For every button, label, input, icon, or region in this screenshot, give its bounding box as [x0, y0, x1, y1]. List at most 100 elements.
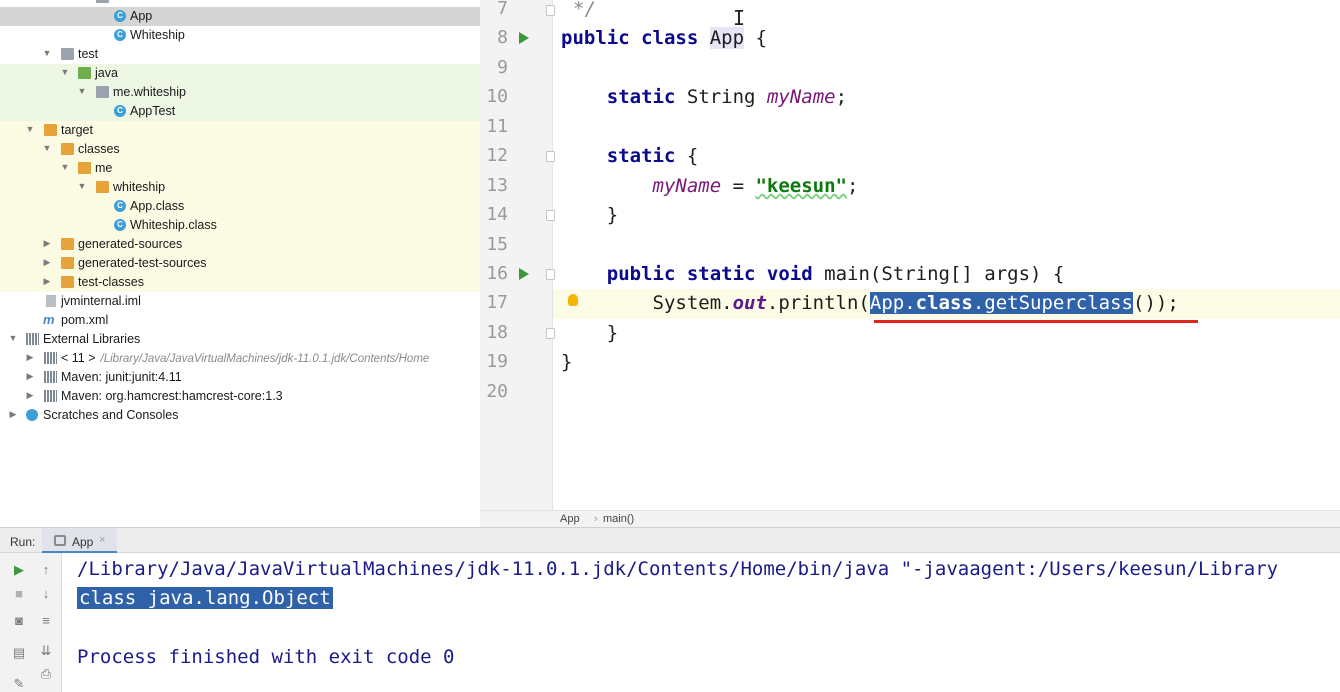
console-line-output[interactable]: class java.lang.Object	[77, 587, 333, 609]
chevron-down-icon[interactable]: ▼	[77, 181, 87, 191]
punctuation: ;	[835, 86, 848, 108]
chevron-down-icon[interactable]: ▼	[77, 86, 87, 96]
chevron-down-icon[interactable]: ▼	[8, 333, 18, 343]
tree-item-jdk[interactable]: ▶ < 11 > /Library/Java/JavaVirtualMachine…	[0, 349, 480, 368]
code-line-7[interactable]: */	[573, 0, 596, 25]
chevron-right-icon[interactable]: ▶	[25, 371, 35, 382]
chevron-right-icon[interactable]: ▶	[42, 238, 52, 249]
tree-item-label: generated-sources	[78, 237, 183, 251]
run-gutter-icon[interactable]	[519, 268, 529, 280]
code-line-10[interactable]: static String myName;	[561, 83, 847, 113]
line-number: 16	[486, 263, 508, 284]
tree-item-label: < 11 >	[61, 351, 96, 365]
chevron-right-icon[interactable]: ▶	[8, 409, 18, 420]
tree-item-test-classes[interactable]: ▶ test-classes	[0, 273, 480, 292]
tree-item-external-libraries[interactable]: ▼ External Libraries	[0, 330, 480, 349]
tab-app[interactable]: App ×	[42, 528, 117, 554]
tree-item-pom[interactable]: m pom.xml	[0, 311, 480, 330]
tree-item-label: Whiteship.class	[130, 218, 217, 232]
chevron-down-icon[interactable]: ▼	[60, 67, 70, 77]
tree-item-scratches[interactable]: ▶ Scratches and Consoles	[0, 406, 480, 425]
tree-item-app[interactable]: C App	[0, 7, 480, 26]
tree-item-label: jvminternal.iml	[61, 294, 141, 308]
folder-icon	[61, 257, 74, 269]
up-arrow-icon[interactable]: ↑	[38, 562, 54, 578]
chevron-down-icon[interactable]: ▼	[25, 124, 35, 134]
code-line-17[interactable]: System.out.println(App.class.getSupercla…	[561, 289, 1179, 319]
code-line-14[interactable]: }	[561, 201, 618, 231]
chevron-down-icon[interactable]: ▼	[42, 48, 52, 58]
layout-icon[interactable]: ▤	[11, 645, 27, 661]
maven-file-icon: m	[43, 312, 55, 327]
line-number: 8	[497, 27, 508, 48]
chevron-right-icon[interactable]: ▶	[25, 390, 35, 401]
fold-icon[interactable]	[546, 328, 555, 339]
code-line-13[interactable]: myName = "keesun";	[561, 172, 859, 202]
print-icon[interactable]: ⎙	[38, 666, 54, 682]
tree-item-me-whiteship-top[interactable]	[0, 0, 480, 7]
tree-item-whiteship-class[interactable]: C Whiteship.class	[0, 216, 480, 235]
punctuation: ());	[1133, 292, 1179, 314]
code-editor[interactable]	[553, 0, 1340, 510]
pin-icon[interactable]: ✎	[11, 676, 27, 692]
tree-item-whiteship-folder[interactable]: ▼ whiteship	[0, 178, 480, 197]
brace: }	[606, 322, 619, 344]
keyword: static	[606, 86, 676, 108]
tree-item-test[interactable]: ▼ test	[0, 45, 480, 64]
stop-icon[interactable]: ■	[11, 586, 27, 602]
tree-item-generated-test-sources[interactable]: ▶ generated-test-sources	[0, 254, 480, 273]
fold-icon[interactable]	[546, 210, 555, 221]
fold-icon[interactable]	[546, 269, 555, 280]
tree-item-me[interactable]: ▼ me	[0, 159, 480, 178]
line-number: 10	[486, 86, 508, 107]
tree-item-target[interactable]: ▼ target	[0, 121, 480, 140]
code-line-19[interactable]: }	[561, 348, 572, 378]
code-line-12[interactable]: static {	[561, 142, 699, 172]
project-tree: C App C Whiteship ▼ test ▼ java ▼ me.whi…	[0, 0, 480, 527]
tree-item-hamcrest[interactable]: ▶ Maven: org.hamcrest:hamcrest-core:1.3	[0, 387, 480, 406]
package-icon	[96, 0, 109, 3]
tree-item-classes[interactable]: ▼ classes	[0, 140, 480, 159]
chevron-down-icon[interactable]: ▼	[42, 143, 52, 153]
breadcrumb-item-app[interactable]: App	[560, 513, 580, 525]
line-number: 20	[486, 381, 508, 402]
library-icon	[44, 390, 57, 402]
code-line-18[interactable]: }	[561, 319, 618, 349]
chevron-right-icon[interactable]: ▶	[42, 257, 52, 268]
static-field: out	[732, 292, 767, 314]
close-icon[interactable]: ×	[99, 534, 105, 546]
tree-item-label: pom.xml	[61, 313, 109, 327]
tree-item-iml[interactable]: jvminternal.iml	[0, 292, 480, 311]
chevron-down-icon[interactable]: ▼	[60, 162, 70, 172]
package-icon	[96, 86, 109, 98]
tab-label: App	[72, 535, 94, 549]
tree-item-apptest[interactable]: C AppTest	[0, 102, 480, 121]
tree-item-generated-sources[interactable]: ▶ generated-sources	[0, 235, 480, 254]
chevron-right-icon[interactable]: ▶	[42, 276, 52, 287]
jdk-path: /Library/Java/JavaVirtualMachines/jdk-11…	[100, 353, 430, 365]
selected-expression[interactable]: App.class.getSuperclass	[869, 292, 1133, 314]
breadcrumb-item-main[interactable]: main()	[603, 513, 634, 525]
tree-item-whiteship[interactable]: C Whiteship	[0, 26, 480, 45]
fold-icon[interactable]	[546, 5, 555, 16]
console-output[interactable]: /Library/Java/JavaVirtualMachines/jdk-11…	[62, 553, 1340, 692]
camera-icon[interactable]: ◙	[11, 613, 27, 629]
scroll-to-end-icon[interactable]: ⇊	[38, 643, 54, 659]
chevron-right-icon[interactable]: ▶	[25, 352, 35, 363]
tree-item-label: External Libraries	[43, 332, 141, 346]
tree-item-java[interactable]: ▼ java	[0, 64, 480, 83]
folder-icon	[61, 238, 74, 250]
soft-wrap-icon[interactable]: ≡	[38, 613, 54, 629]
down-arrow-icon[interactable]: ↓	[38, 586, 54, 602]
gutter-line: 19	[480, 348, 553, 378]
fold-icon[interactable]	[546, 151, 555, 162]
code-line-16[interactable]: public static void main(String[] args) {	[561, 260, 1065, 290]
tree-item-me-whiteship[interactable]: ▼ me.whiteship	[0, 83, 480, 102]
rerun-icon[interactable]: ▶	[11, 562, 27, 578]
run-gutter-icon[interactable]	[519, 32, 529, 44]
keyword: static	[606, 145, 676, 167]
tree-item-junit[interactable]: ▶ Maven: junit:junit:4.11	[0, 368, 480, 387]
tree-item-app-class[interactable]: C App.class	[0, 197, 480, 216]
gutter-line: 9	[480, 54, 553, 84]
string-literal: "keesun"	[755, 175, 847, 197]
